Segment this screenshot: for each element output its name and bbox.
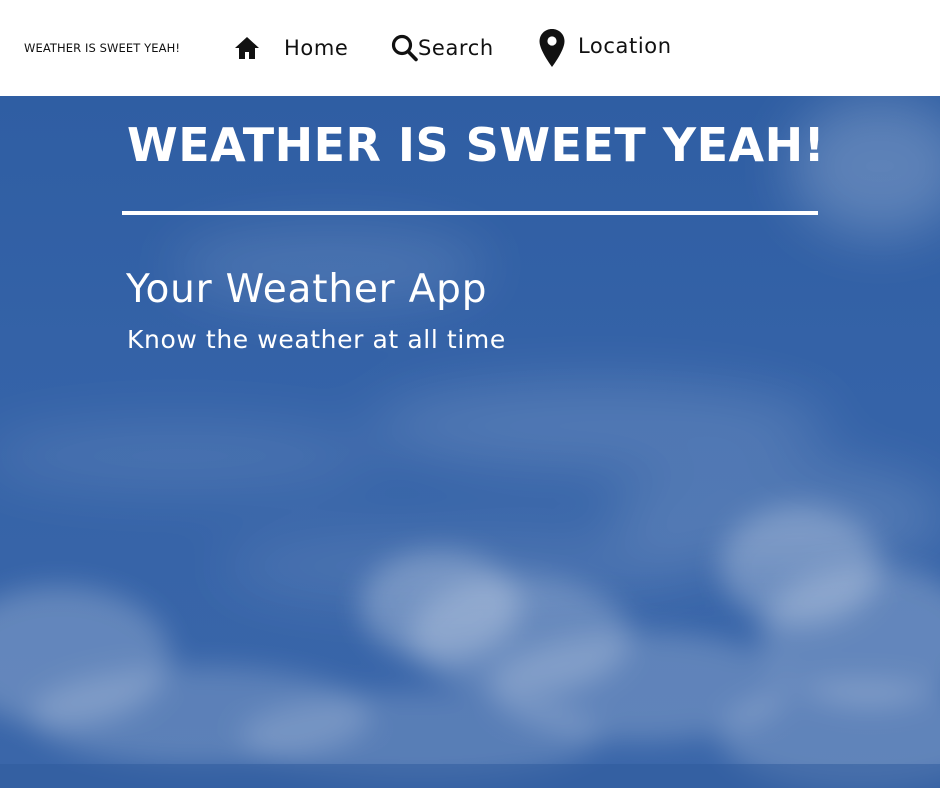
nav-location-link[interactable]: Location [538,28,672,68]
nav-home-link[interactable]: Home [233,34,348,62]
nav-location-label: Location [578,34,672,58]
top-nav: WEATHER IS SWEET YEAH! Home Search Locat… [0,0,940,96]
home-icon [235,37,259,59]
hero-title: WEATHER IS SWEET YEAH! [127,118,826,172]
search-icon [391,34,418,62]
nav-search-label: Search [418,36,494,60]
brand-logo-text[interactable]: WEATHER IS SWEET YEAH! [24,41,180,55]
cloud-sky-background [0,96,940,788]
hero-subtitle: Your Weather App [126,267,488,312]
hero-divider [122,211,818,215]
nav-home-label: Home [284,36,349,60]
nav-search-link[interactable]: Search [391,34,494,62]
hero-tagline: Know the weather at all time [127,325,506,354]
hero-banner: WEATHER IS SWEET YEAH! Your Weather App … [0,96,940,788]
map-pin-icon [539,29,565,67]
weather-landing-page: WEATHER IS SWEET YEAH! Home Search Locat… [0,0,940,788]
